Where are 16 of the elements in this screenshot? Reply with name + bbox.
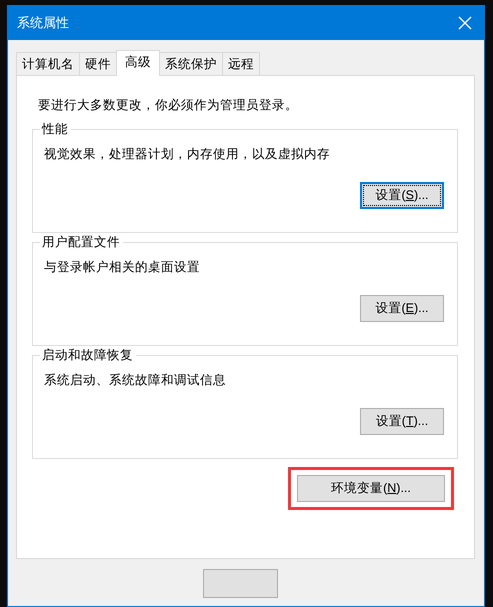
group-description: 视觉效果，处理器计划，内存使用，以及虚拟内存 bbox=[44, 146, 331, 163]
window-title: 系统属性 bbox=[17, 14, 69, 32]
admin-notice: 要进行大多数更改，你必须作为管理员登录。 bbox=[37, 97, 299, 114]
settings-button[interactable]: 设置(S)... bbox=[360, 182, 444, 209]
group-title: 启动和故障恢复 bbox=[40, 347, 136, 364]
settings-button[interactable]: 设置(E)... bbox=[360, 295, 444, 322]
group-title: 用户配置文件 bbox=[40, 234, 123, 251]
tab[interactable]: 高级 bbox=[116, 50, 160, 76]
group-description: 与登录帐户相关的桌面设置 bbox=[44, 259, 201, 276]
settings-button[interactable]: 设置(T)... bbox=[360, 408, 444, 435]
tab[interactable]: 计算机名 bbox=[16, 52, 80, 75]
group-description: 系统启动、系统故障和调试信息 bbox=[44, 372, 227, 389]
close-icon[interactable] bbox=[458, 16, 472, 30]
tab[interactable]: 远程 bbox=[222, 52, 260, 75]
group-title: 性能 bbox=[40, 121, 71, 138]
environment-variables-button[interactable]: 环境变量(N)... bbox=[297, 475, 445, 502]
